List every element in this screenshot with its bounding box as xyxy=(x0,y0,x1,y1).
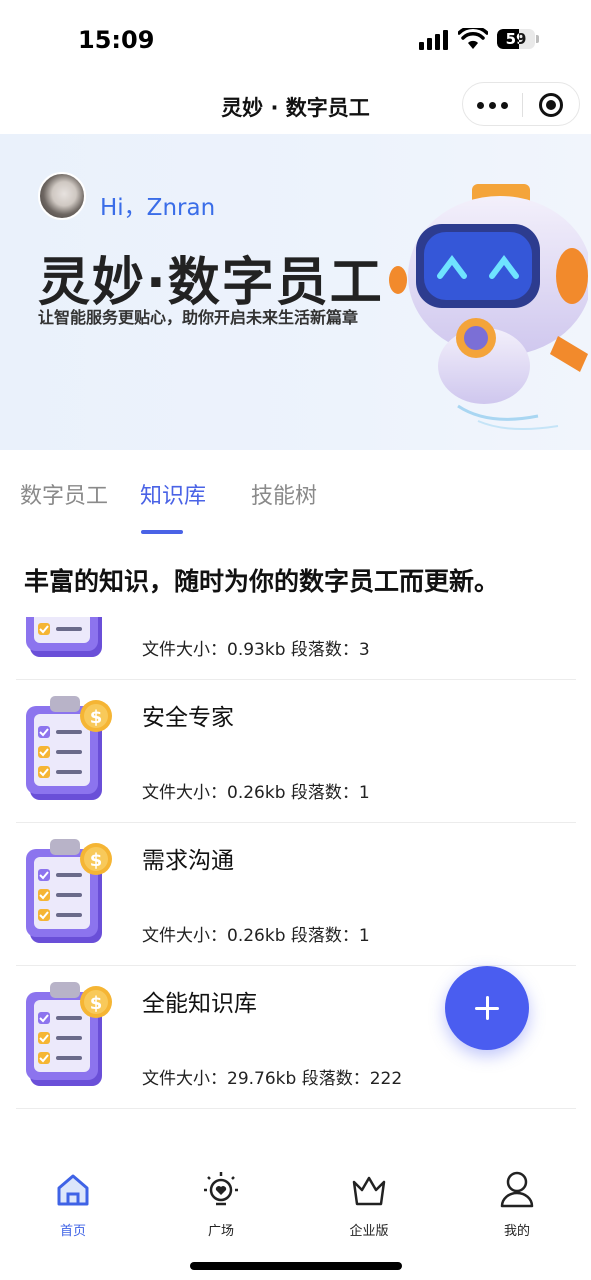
crown-icon xyxy=(352,1176,386,1206)
kb-meta: 文件大小：0.26kb 段落数：1 xyxy=(142,926,370,946)
mini-program-capsule xyxy=(462,82,580,126)
kb-name: 安全专家 xyxy=(142,705,234,731)
tabs: 数字员工 知识库 技能树 xyxy=(0,450,591,542)
capsule-divider xyxy=(522,93,523,117)
tabbar-label: 广场 xyxy=(207,1224,234,1239)
status-time: 15:09 xyxy=(78,26,155,54)
active-tab-indicator xyxy=(141,530,183,534)
tabbar-item-enterprise[interactable]: 企业版 xyxy=(314,1170,424,1240)
kb-meta: 文件大小：29.76kb 段落数：222 xyxy=(142,1069,403,1089)
banner-subtitle: 让智能服务更贴心，助你开启未来生活新篇章 xyxy=(38,308,359,327)
section-heading: 丰富的知识，随时为你的数字员工而更新。 xyxy=(24,567,500,596)
list-item[interactable]: 文件大小：0.93kb 段落数：3 xyxy=(16,617,576,680)
clipboard-icon xyxy=(25,617,113,658)
tabbar-item-home[interactable]: 首页 xyxy=(18,1170,128,1240)
kb-meta: 文件大小：0.26kb 段落数：1 xyxy=(142,783,370,803)
clipboard-icon xyxy=(25,695,113,801)
cellular-signal-icon xyxy=(419,30,451,50)
avatar[interactable] xyxy=(38,172,86,220)
bulb-heart-icon xyxy=(204,1172,238,1206)
more-dots-icon[interactable] xyxy=(477,95,509,115)
clipboard-icon xyxy=(25,981,113,1087)
user-icon xyxy=(500,1171,534,1208)
battery-icon: 59 xyxy=(497,29,535,49)
battery-tip xyxy=(536,35,539,43)
tab-digital-employee[interactable]: 数字员工 xyxy=(20,478,108,510)
kb-meta: 文件大小：0.93kb 段落数：3 xyxy=(142,640,370,660)
nav-bar: 灵妙 · 数字员工 xyxy=(0,82,591,134)
greeting-text: Hi，Znran xyxy=(100,195,216,221)
tabbar-label: 企业版 xyxy=(349,1224,389,1239)
tab-knowledge-base[interactable]: 知识库 xyxy=(140,478,206,510)
list-item[interactable]: 需求沟通 文件大小：0.26kb 段落数：1 xyxy=(16,823,576,966)
tab-skill-tree[interactable]: 技能树 xyxy=(251,478,317,510)
kb-name: 全能知识库 xyxy=(142,991,257,1017)
kb-name: 需求沟通 xyxy=(142,848,234,874)
battery-percent: 59 xyxy=(505,30,527,48)
clipboard-icon xyxy=(25,838,113,944)
list-item[interactable]: 安全专家 文件大小：0.26kb 段落数：1 xyxy=(16,680,576,823)
add-knowledge-button[interactable] xyxy=(445,966,529,1050)
tabbar-label: 首页 xyxy=(59,1224,86,1239)
home-icon xyxy=(57,1174,89,1206)
target-close-icon[interactable] xyxy=(539,93,563,117)
hero-banner: Hi，Znran 灵妙·数字员工 让智能服务更贴心，助你开启未来生活新篇章 xyxy=(0,134,591,450)
tabbar-item-square[interactable]: 广场 xyxy=(166,1170,276,1240)
knowledge-list: 文件大小：0.93kb 段落数：3 安全专家 文件大小：0.26kb 段落数：1… xyxy=(0,617,591,1127)
wifi-icon xyxy=(458,28,488,49)
home-indicator xyxy=(190,1262,402,1270)
status-bar: 15:09 59 xyxy=(0,0,591,82)
tabbar-item-mine[interactable]: 我的 xyxy=(462,1170,572,1240)
tabbar-label: 我的 xyxy=(503,1224,530,1239)
robot-mascot-icon xyxy=(389,184,588,431)
